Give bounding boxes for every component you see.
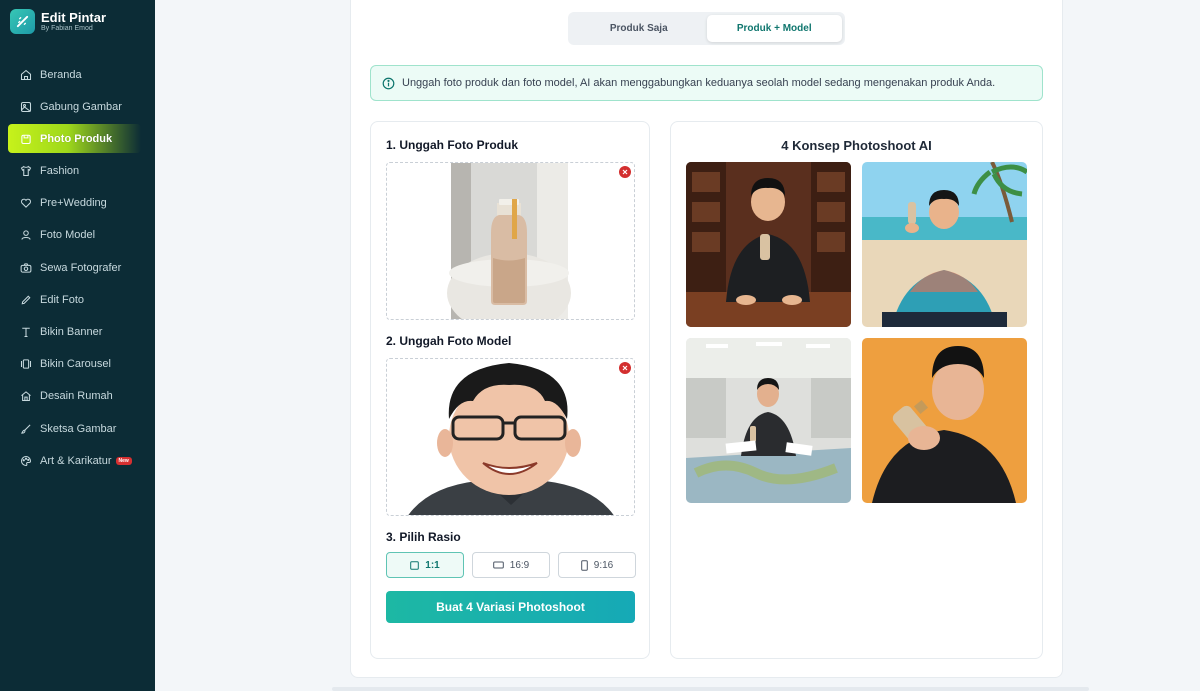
sidebar-item-bikin-carousel[interactable]: Bikin Carousel [8,350,141,379]
brand[interactable]: Edit Pintar By Fabian Emod [0,0,155,43]
result-photo-studio [862,338,1027,503]
sidebar-item-label: Foto Model [40,229,96,242]
sidebar-item-fashion[interactable]: Fashion [8,157,141,186]
heart-icon [20,198,32,209]
tab-produk-model[interactable]: Produk + Model [706,15,842,42]
result-image-4[interactable] [862,338,1027,503]
house-icon [21,391,31,402]
home-icon [20,69,32,80]
brush-icon [21,424,31,434]
sidebar-item-label: Photo Produk [40,132,113,145]
landscape-icon [492,561,504,569]
info-banner: Unggah foto produk dan foto model, AI ak… [370,65,1043,101]
ratio-16-9-button[interactable]: 16:9 [472,552,550,578]
sidebar-item-label: Sewa Fotografer [40,261,122,274]
ratio-label: 16:9 [509,559,530,571]
sidebar-item-label: Bikin Banner [40,326,103,338]
result-image-2[interactable] [862,162,1027,327]
ratio-label: 9:16 [593,559,614,571]
close-icon [622,365,628,371]
pencil-icon [21,295,31,305]
sidebar-item-bikin-banner[interactable]: Bikin Banner [8,318,141,347]
result-photo-meeting-room [686,338,851,503]
ratio-9-16-button[interactable]: 9:16 [558,552,636,578]
sidebar-item-label: Art & Karikatur [40,454,112,467]
portrait-icon [580,559,588,571]
square-icon [410,560,420,570]
page-bottom-divider [332,687,1089,691]
sidebar-item-edit-foto[interactable]: Edit Foto [8,285,141,314]
generate-button[interactable]: Buat 4 Variasi Photoshoot [386,591,635,623]
remove-model-button[interactable] [619,362,631,374]
sidebar-item-desain-rumah[interactable]: Desain Rumah [8,382,141,411]
info-icon [382,77,395,89]
image-icon [20,101,32,112]
carousel-icon [20,359,32,369]
sidebar-item-photo-produk[interactable]: Photo Produk [8,124,141,154]
sidebar-item-label: Sketsa Gambar [40,422,117,435]
product-upload-dropzone[interactable] [386,162,635,320]
product-upload-title: 1. Unggah Foto Produk [386,138,518,152]
ratio-label: 1:1 [425,559,440,571]
model-upload-title: 2. Unggah Foto Model [386,334,512,348]
sidebar-item-label: Beranda [40,68,82,81]
sidebar-item-label: Desain Rumah [40,390,113,403]
ratio-1-1-button[interactable]: 1:1 [386,552,464,578]
sidebar-item-label: Bikin Carousel [40,358,111,371]
product-photo [447,163,571,319]
sidebar-item-label: Gabung Gambar [40,100,122,113]
palette-icon [20,455,32,466]
logo-icon [10,9,35,34]
sidebar-item-gabung-gambar[interactable]: Gabung Gambar [8,92,141,121]
type-icon [22,327,30,338]
result-image-1[interactable] [686,162,851,327]
sidebar: Edit Pintar By Fabian Emod Beranda Gabun… [0,0,155,691]
model-photo [387,359,634,515]
new-badge: New [115,456,132,465]
sidebar-item-sketsa-gambar[interactable]: Sketsa Gambar [8,414,141,443]
user-icon [21,230,31,241]
sidebar-item-foto-model[interactable]: Foto Model [8,221,141,250]
remove-product-button[interactable] [619,166,631,178]
result-photo-beach [862,162,1027,327]
sidebar-item-label: Edit Foto [40,293,85,306]
sidebar-nav: Beranda Gabung Gambar Photo Produk Fashi… [0,60,155,475]
ratio-options: 1:1 16:9 9:16 [386,552,636,578]
brand-subtitle: By Fabian Emod [41,25,93,32]
model-upload-dropzone[interactable] [386,358,635,516]
camera-icon [20,262,32,273]
info-text: Unggah foto produk dan foto model, AI ak… [402,77,996,89]
mode-toggle: Produk Saja Produk + Model [568,12,845,45]
result-photo-office [686,162,851,327]
product-icon [21,134,31,144]
sidebar-item-pre-wedding[interactable]: Pre+Wedding [8,189,141,218]
close-icon [622,169,628,175]
shirt-icon [20,165,32,177]
sidebar-item-art-karikatur[interactable]: Art & Karikatur New [8,446,141,475]
results-title: 4 Konsep Photoshoot AI [781,138,932,153]
sidebar-item-beranda[interactable]: Beranda [8,60,141,89]
results-panel: 4 Konsep Photoshoot AI [670,121,1043,659]
tab-produk-saja[interactable]: Produk Saja [571,15,707,42]
sidebar-item-label: Fashion [40,165,80,178]
result-image-3[interactable] [686,338,851,503]
sidebar-item-label: Pre+Wedding [40,197,107,210]
upload-panel: 1. Unggah Foto Produk 2. Unggah Foto Mod… [370,121,650,659]
brand-name: Edit Pintar [41,10,107,25]
sidebar-item-sewa-fotografer[interactable]: Sewa Fotografer [8,253,141,282]
ratio-title: 3. Pilih Rasio [386,530,461,544]
